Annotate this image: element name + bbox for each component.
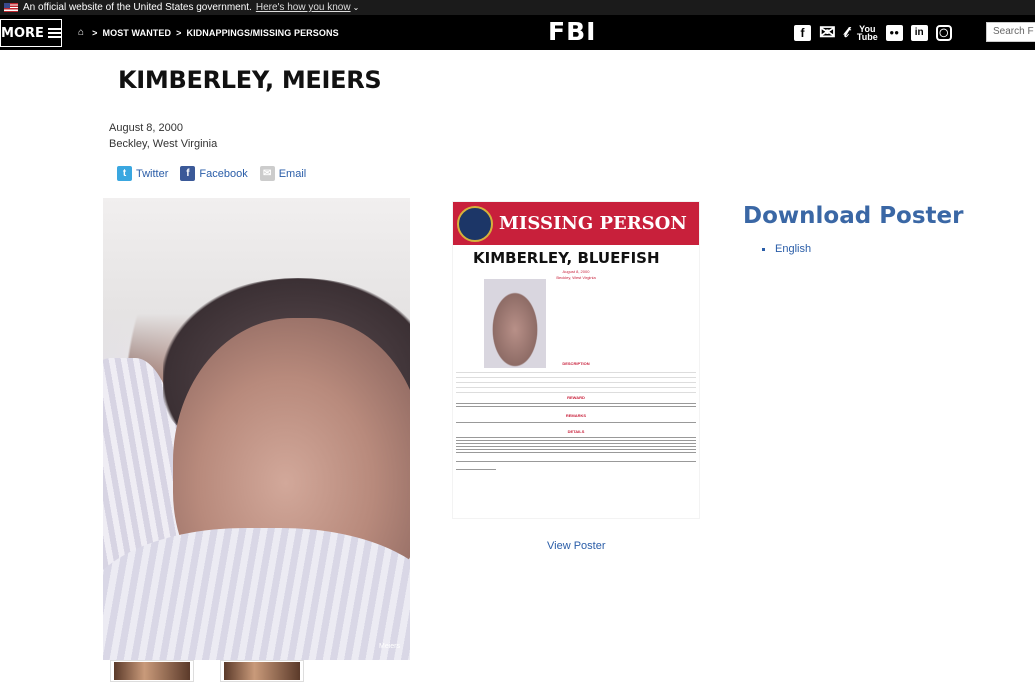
social-links: f ✉ 𝓉 You Tube ●● in ◯ [794, 15, 952, 50]
poster-section-reward: REWARD [567, 395, 585, 400]
share-email[interactable]: ✉ Email [259, 166, 307, 181]
bullet-icon [762, 247, 765, 251]
poster-section-description: DESCRIPTION [562, 361, 590, 366]
crumb-separator: > [176, 27, 182, 38]
email-icon[interactable]: ✉ [819, 20, 836, 45]
flickr-icon[interactable]: ●● [885, 24, 903, 41]
email-icon: ✉ [259, 166, 275, 181]
poster-header: MISSING PERSON [453, 202, 699, 245]
view-poster-link[interactable]: View Poster [547, 540, 606, 552]
poster-section-remarks: REMARKS [565, 413, 587, 418]
case-meta: August 8, 2000 Beckley, West Virginia [109, 120, 217, 152]
hamburger-icon [47, 28, 61, 38]
photo-caption: Meiers [378, 643, 400, 650]
more-menu-button[interactable]: MORE [0, 19, 62, 47]
linkedin-icon[interactable]: in [910, 24, 928, 41]
case-date: August 8, 2000 [109, 122, 184, 134]
youtube-icon[interactable]: You Tube [857, 24, 878, 41]
poster-section-details: DETAILS [567, 429, 585, 434]
crumb-kidnappings[interactable]: KIDNAPPINGS/MISSING PERSONS [186, 28, 338, 38]
fbi-seal-icon [457, 205, 493, 242]
download-english-link[interactable]: English [775, 243, 811, 255]
thumbnail[interactable] [110, 660, 194, 682]
gov-banner-text: An official website of the United States… [23, 2, 252, 13]
poster-preview[interactable]: MISSING PERSON KIMBERLEY, BLUEFISH Augus… [453, 202, 699, 518]
poster-photo [484, 279, 546, 371]
us-flag-icon [4, 3, 18, 12]
search-input[interactable]: Search F [986, 22, 1035, 42]
share-links: t Twitter f Facebook ✉ Email [117, 166, 318, 181]
thumbnail[interactable] [220, 660, 304, 682]
gov-banner: An official website of the United States… [0, 0, 1035, 15]
twitter-icon: t [117, 166, 132, 181]
crumb-most-wanted[interactable]: MOST WANTED [103, 28, 172, 38]
share-facebook-label: Facebook [199, 167, 248, 180]
crumb-separator: > [92, 27, 98, 38]
instagram-icon[interactable]: ◯ [935, 24, 952, 41]
heres-how-link[interactable]: Here's how you know [256, 2, 351, 13]
breadcrumb: ⌂ > MOST WANTED > KIDNAPPINGS/MISSING PE… [78, 15, 344, 50]
home-icon[interactable]: ⌂ [78, 27, 84, 38]
case-location: Beckley, West Virginia [109, 138, 218, 150]
share-email-label: Email [278, 167, 307, 180]
facebook-icon: f [180, 166, 196, 181]
facebook-icon[interactable]: f [794, 24, 811, 41]
download-poster-heading: Download Poster [743, 203, 964, 229]
share-twitter-label: Twitter [136, 167, 169, 180]
photo-thumbnails [110, 660, 304, 682]
twitter-icon[interactable]: 𝓉 [844, 24, 849, 41]
share-facebook[interactable]: f Facebook [180, 166, 248, 181]
fbi-logo[interactable]: FBI [548, 17, 596, 47]
more-label: MORE [1, 25, 44, 41]
page-title: KIMBERLEY, MEIERS [118, 66, 382, 94]
poster-header-text: MISSING PERSON [499, 213, 687, 234]
poster-description-table [456, 368, 696, 395]
chevron-down-icon[interactable]: ⌄ [353, 3, 360, 12]
top-navigation: MORE ⌂ > MOST WANTED > KIDNAPPINGS/MISSI… [0, 15, 1035, 50]
poster-name: KIMBERLEY, BLUEFISH [473, 249, 660, 267]
share-twitter[interactable]: t Twitter [117, 166, 168, 181]
main-photo[interactable]: Meiers [103, 198, 410, 660]
download-language-list: English [762, 243, 811, 255]
